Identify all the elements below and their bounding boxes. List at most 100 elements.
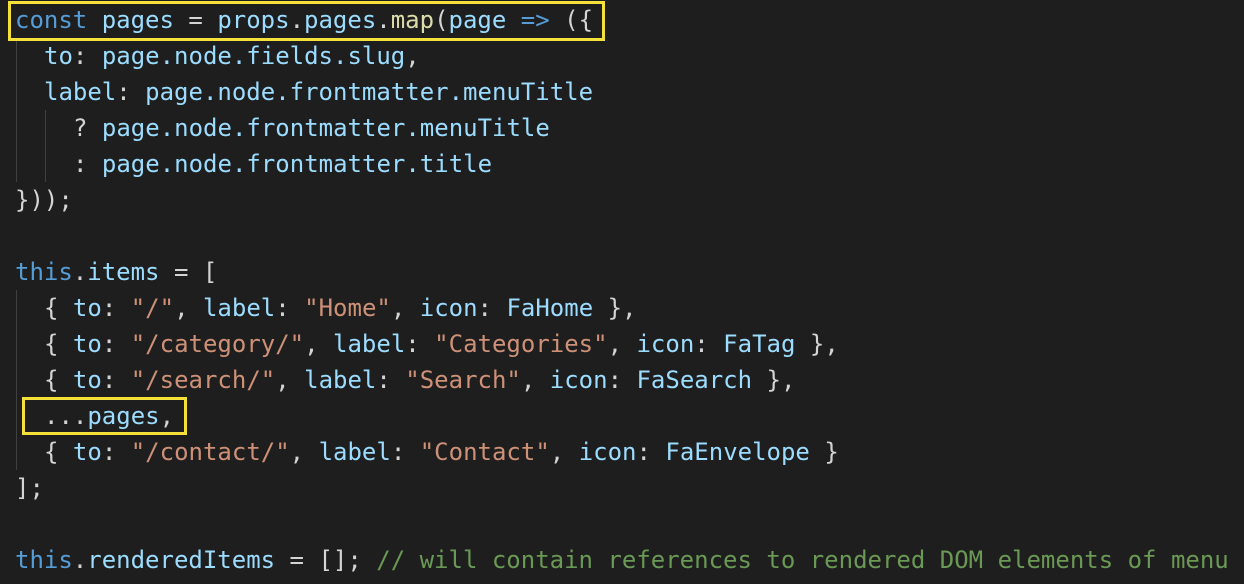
comma: ,	[549, 438, 579, 466]
icon-identifier: FaHome	[506, 294, 594, 322]
colon: :	[116, 78, 146, 106]
key-to: to	[72, 330, 102, 358]
comma: ,	[159, 402, 175, 430]
key-label: label	[304, 366, 377, 394]
colon: :	[694, 330, 724, 358]
brace-close: },	[593, 294, 637, 322]
key-icon: icon	[419, 294, 478, 322]
colon: :	[477, 294, 507, 322]
brace-close: },	[752, 366, 796, 394]
code-line-3[interactable]: label: page.node.frontmatter.menuTitle	[44, 74, 593, 110]
expression-menutitle: page.node.frontmatter.menuTitle	[101, 114, 550, 142]
dot: .	[376, 6, 391, 34]
ternary-question: ?	[73, 114, 102, 142]
string-path: "/"	[130, 294, 175, 322]
function-map: map	[390, 6, 435, 34]
string-label: "Contact"	[419, 438, 550, 466]
code-comment: // will contain references to rendered D…	[376, 546, 1229, 574]
colon: :	[101, 366, 131, 394]
colon: :	[275, 294, 305, 322]
code-line-10[interactable]: { to: "/category/", label: "Categories",…	[44, 326, 839, 362]
code-line-14[interactable]: ];	[15, 470, 44, 506]
indent-guide	[45, 110, 46, 182]
property-items: items	[87, 258, 160, 286]
key-icon: icon	[578, 438, 637, 466]
code-line-4[interactable]: ? page.node.frontmatter.menuTitle	[73, 110, 550, 146]
string-path: "/contact/"	[130, 438, 290, 466]
property-rendereditems: renderedItems	[87, 546, 276, 574]
key-label: label	[202, 294, 276, 322]
key-icon: icon	[636, 330, 695, 358]
code-line-6[interactable]: }));	[15, 182, 73, 218]
spread-operator: ...	[44, 402, 88, 430]
key-label: label	[44, 78, 117, 106]
indent-guide	[16, 290, 17, 470]
colon: :	[636, 438, 666, 466]
identifier-pages: pages	[101, 6, 174, 34]
expression-slug: page.node.fields.slug	[101, 42, 406, 70]
key-to: to	[44, 42, 73, 70]
brace-open: {	[44, 294, 73, 322]
keyword-this: this	[15, 258, 73, 286]
identifier-props: props	[217, 6, 290, 34]
code-line-5[interactable]: : page.node.frontmatter.title	[73, 146, 492, 182]
code-line-16[interactable]: this.renderedItems = []; // will contain…	[15, 542, 1229, 578]
code-editor[interactable]: const pages = props.pages.map(page => ({…	[0, 0, 1244, 584]
brace-open: {	[44, 330, 73, 358]
colon: :	[101, 330, 131, 358]
code-line-2[interactable]: to: page.node.fields.slug,	[44, 38, 420, 74]
expression-menutitle: page.node.frontmatter.menuTitle	[145, 78, 594, 106]
key-to: to	[72, 366, 102, 394]
string-label: "Search"	[405, 366, 521, 394]
dot: .	[289, 6, 305, 34]
keyword-this: this	[15, 546, 73, 574]
comma: ,	[607, 330, 637, 358]
ternary-colon: :	[73, 150, 102, 178]
indent-guide	[16, 38, 17, 182]
colon: :	[607, 366, 637, 394]
colon: :	[72, 42, 102, 70]
arrow-operator: =>	[520, 6, 550, 34]
icon-identifier: FaTag	[723, 330, 796, 358]
icon-identifier: FaEnvelope	[665, 438, 810, 466]
key-to: to	[72, 438, 102, 466]
icon-identifier: FaSearch	[636, 366, 753, 394]
array-close: ];	[15, 474, 44, 502]
brace-close: },	[795, 330, 839, 358]
comma: ,	[304, 330, 334, 358]
key-icon: icon	[549, 366, 608, 394]
closing-brackets: }));	[15, 186, 73, 214]
string-path: "/search/"	[130, 366, 276, 394]
string-label: "Home"	[304, 294, 391, 322]
colon: :	[376, 366, 406, 394]
code-line-1[interactable]: const pages = props.pages.map(page => ({	[15, 2, 593, 38]
array-open: = [	[159, 258, 218, 286]
comma: ,	[174, 294, 203, 322]
param-page: page	[448, 6, 507, 34]
identifier-pages: pages	[87, 402, 160, 430]
key-label: label	[318, 438, 391, 466]
keyword-const: const	[15, 6, 88, 34]
code-line-13[interactable]: { to: "/contact/", label: "Contact", ico…	[44, 434, 839, 470]
paren-open: (	[434, 6, 449, 34]
string-path: "/category/"	[130, 330, 305, 358]
comma: ,	[405, 42, 420, 70]
key-label: label	[333, 330, 406, 358]
dot: .	[72, 546, 88, 574]
comma: ,	[275, 366, 305, 394]
operator-assign: =	[173, 6, 218, 34]
assignment-empty-array: = [];	[275, 546, 377, 574]
code-line-9[interactable]: { to: "/", label: "Home", icon: FaHome }…	[44, 290, 637, 326]
expression-title: page.node.frontmatter.title	[101, 150, 493, 178]
colon: :	[101, 294, 131, 322]
key-to: to	[72, 294, 102, 322]
code-line-12[interactable]: ...pages,	[44, 398, 174, 434]
brace-open: {	[44, 438, 73, 466]
comma: ,	[289, 438, 319, 466]
colon: :	[101, 438, 131, 466]
code-line-11[interactable]: { to: "/search/", label: "Search", icon:…	[44, 362, 795, 398]
code-line-8[interactable]: this.items = [	[15, 254, 217, 290]
string-label: "Categories"	[434, 330, 608, 358]
